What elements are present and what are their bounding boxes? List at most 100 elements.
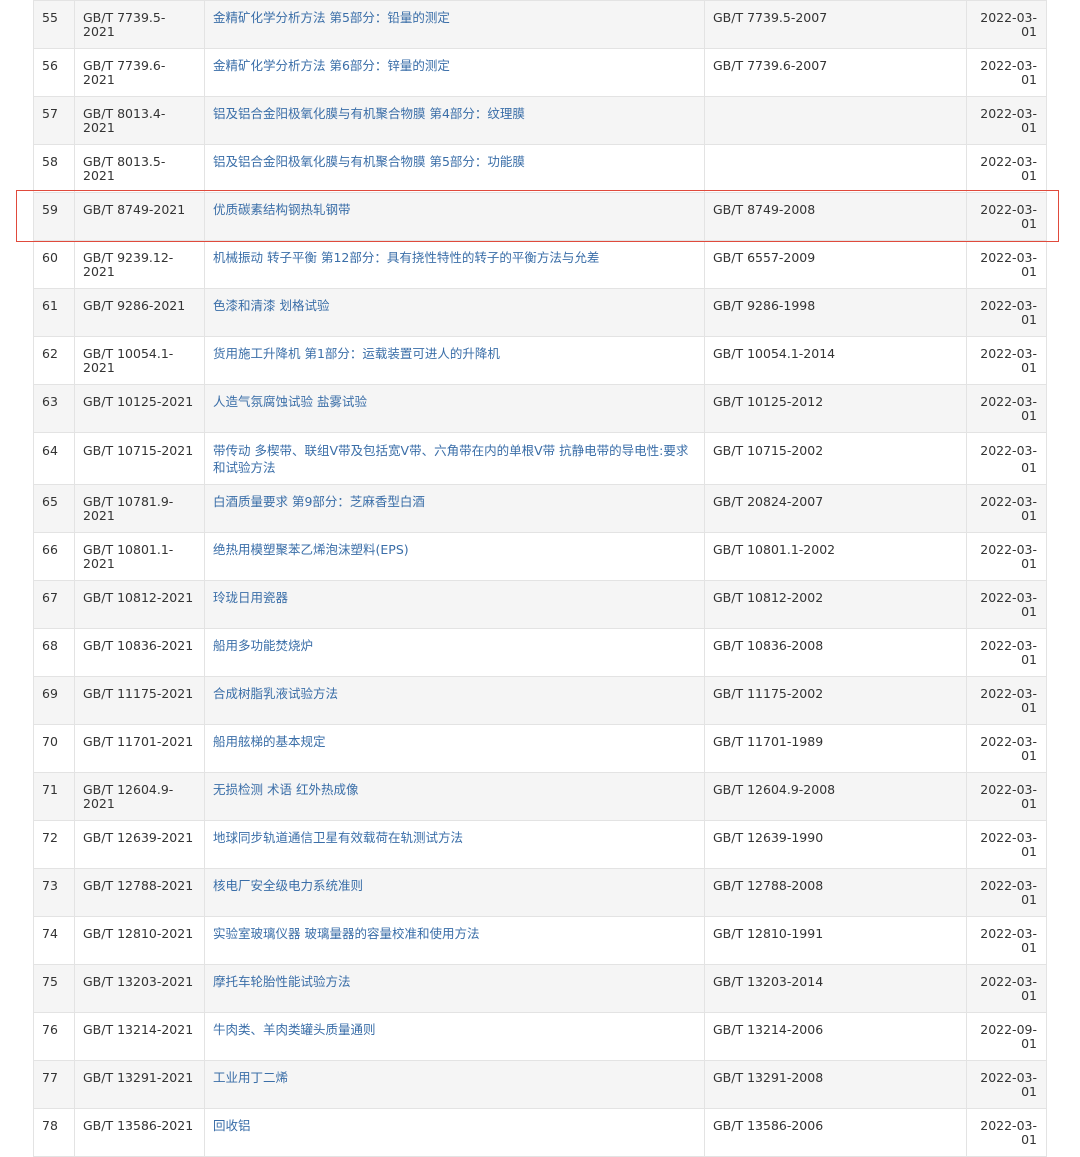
standard-code: GB/T 8013.5-2021 [74,144,205,193]
standard-name-link[interactable]: 牛肉类、羊肉类罐头质量通则 [204,1012,705,1061]
table-row: 69 GB/T 11175-2021 合成树脂乳液试验方法 GB/T 11175… [33,676,1047,725]
replaced-standard [704,96,967,145]
standards-table-body: 55 GB/T 7739.5-2021 金精矿化学分析方法 第5部分：铅量的测定… [33,0,1047,1157]
effective-date: 2022-03-01 [966,532,1047,581]
standard-name-link[interactable]: 人造气氛腐蚀试验 盐雾试验 [204,384,705,433]
effective-date: 2022-03-01 [966,240,1047,289]
row-number: 73 [33,868,75,917]
standard-code: GB/T 8749-2021 [74,192,205,241]
table-row: 64 GB/T 10715-2021 带传动 多楔带、联组V带及包括宽V带、六角… [33,432,1047,485]
replaced-standard: GB/T 13586-2006 [704,1108,967,1157]
table-row: 76 GB/T 13214-2021 牛肉类、羊肉类罐头质量通则 GB/T 13… [33,1012,1047,1061]
table-row: 72 GB/T 12639-2021 地球同步轨道通信卫星有效载荷在轨测试方法 … [33,820,1047,869]
row-number: 78 [33,1108,75,1157]
row-number: 76 [33,1012,75,1061]
standard-name-link[interactable]: 铝及铝合金阳极氧化膜与有机聚合物膜 第4部分：纹理膜 [204,96,705,145]
standard-name-link[interactable]: 合成树脂乳液试验方法 [204,676,705,725]
standard-name-link[interactable]: 回收铝 [204,1108,705,1157]
replaced-standard: GB/T 12810-1991 [704,916,967,965]
replaced-standard: GB/T 11701-1989 [704,724,967,773]
row-number: 57 [33,96,75,145]
standard-name-link[interactable]: 机械振动 转子平衡 第12部分：具有挠性特性的转子的平衡方法与允差 [204,240,705,289]
standard-code: GB/T 10715-2021 [74,432,205,485]
row-number: 60 [33,240,75,289]
replaced-standard [704,144,967,193]
standard-code: GB/T 13586-2021 [74,1108,205,1157]
standard-name-link[interactable]: 绝热用模塑聚苯乙烯泡沫塑料(EPS) [204,532,705,581]
replaced-standard: GB/T 13291-2008 [704,1060,967,1109]
row-number: 58 [33,144,75,193]
standards-table: 55 GB/T 7739.5-2021 金精矿化学分析方法 第5部分：铅量的测定… [33,0,1047,1157]
row-number: 59 [33,192,75,241]
standard-name-link[interactable]: 工业用丁二烯 [204,1060,705,1109]
standard-code: GB/T 10801.1-2021 [74,532,205,581]
row-number: 77 [33,1060,75,1109]
standard-code: GB/T 9239.12-2021 [74,240,205,289]
effective-date: 2022-03-01 [966,484,1047,533]
standard-code: GB/T 7739.5-2021 [74,0,205,49]
standard-name-link[interactable]: 摩托车轮胎性能试验方法 [204,964,705,1013]
standard-name-link[interactable]: 无损检测 术语 红外热成像 [204,772,705,821]
standard-name-link[interactable]: 色漆和清漆 划格试验 [204,288,705,337]
standard-name-link[interactable]: 带传动 多楔带、联组V带及包括宽V带、六角带在内的单根V带 抗静电带的导电性:要… [204,432,705,485]
replaced-standard: GB/T 9286-1998 [704,288,967,337]
row-number: 74 [33,916,75,965]
table-row: 55 GB/T 7739.5-2021 金精矿化学分析方法 第5部分：铅量的测定… [33,0,1047,49]
replaced-standard: GB/T 10836-2008 [704,628,967,677]
standard-code: GB/T 11701-2021 [74,724,205,773]
replaced-standard: GB/T 10054.1-2014 [704,336,967,385]
effective-date: 2022-03-01 [966,1060,1047,1109]
effective-date: 2022-03-01 [966,432,1047,485]
standard-name-link[interactable]: 白酒质量要求 第9部分：芝麻香型白酒 [204,484,705,533]
table-row: 77 GB/T 13291-2021 工业用丁二烯 GB/T 13291-200… [33,1060,1047,1109]
standard-code: GB/T 10812-2021 [74,580,205,629]
table-row: 65 GB/T 10781.9-2021 白酒质量要求 第9部分：芝麻香型白酒 … [33,484,1047,533]
replaced-standard: GB/T 12604.9-2008 [704,772,967,821]
standard-name-link[interactable]: 地球同步轨道通信卫星有效载荷在轨测试方法 [204,820,705,869]
replaced-standard: GB/T 13203-2014 [704,964,967,1013]
standard-name-link[interactable]: 实验室玻璃仪器 玻璃量器的容量校准和使用方法 [204,916,705,965]
table-row: 56 GB/T 7739.6-2021 金精矿化学分析方法 第6部分：锌量的测定… [33,48,1047,97]
replaced-standard: GB/T 12639-1990 [704,820,967,869]
table-row: 61 GB/T 9286-2021 色漆和清漆 划格试验 GB/T 9286-1… [33,288,1047,337]
standard-code: GB/T 11175-2021 [74,676,205,725]
standard-code: GB/T 13203-2021 [74,964,205,1013]
standard-code: GB/T 12810-2021 [74,916,205,965]
table-row: 71 GB/T 12604.9-2021 无损检测 术语 红外热成像 GB/T … [33,772,1047,821]
standard-code: GB/T 13291-2021 [74,1060,205,1109]
replaced-standard: GB/T 10125-2012 [704,384,967,433]
standard-code: GB/T 7739.6-2021 [74,48,205,97]
standard-name-link[interactable]: 铝及铝合金阳极氧化膜与有机聚合物膜 第5部分：功能膜 [204,144,705,193]
standard-name-link[interactable]: 船用多功能焚烧炉 [204,628,705,677]
replaced-standard: GB/T 10801.1-2002 [704,532,967,581]
row-number: 70 [33,724,75,773]
standard-name-link[interactable]: 金精矿化学分析方法 第6部分：锌量的测定 [204,48,705,97]
standard-code: GB/T 9286-2021 [74,288,205,337]
standard-code: GB/T 12604.9-2021 [74,772,205,821]
standard-name-link[interactable]: 核电厂安全级电力系统准则 [204,868,705,917]
standard-name-link[interactable]: 船用舷梯的基本规定 [204,724,705,773]
row-number: 62 [33,336,75,385]
standard-name-link[interactable]: 金精矿化学分析方法 第5部分：铅量的测定 [204,0,705,49]
standard-name-link[interactable]: 玲珑日用瓷器 [204,580,705,629]
effective-date: 2022-03-01 [966,48,1047,97]
effective-date: 2022-03-01 [966,580,1047,629]
standard-name-link[interactable]: 优质碳素结构钢热轧钢带 [204,192,705,241]
replaced-standard: GB/T 7739.5-2007 [704,0,967,49]
standard-code: GB/T 10054.1-2021 [74,336,205,385]
table-row: 63 GB/T 10125-2021 人造气氛腐蚀试验 盐雾试验 GB/T 10… [33,384,1047,433]
standard-code: GB/T 10836-2021 [74,628,205,677]
row-number: 56 [33,48,75,97]
standard-name-link[interactable]: 货用施工升降机 第1部分：运载装置可进人的升降机 [204,336,705,385]
effective-date: 2022-03-01 [966,288,1047,337]
row-number: 63 [33,384,75,433]
effective-date: 2022-03-01 [966,0,1047,49]
standards-table-container: 55 GB/T 7739.5-2021 金精矿化学分析方法 第5部分：铅量的测定… [33,0,1047,1157]
table-row: 70 GB/T 11701-2021 船用舷梯的基本规定 GB/T 11701-… [33,724,1047,773]
standard-code: GB/T 10125-2021 [74,384,205,433]
table-row: 57 GB/T 8013.4-2021 铝及铝合金阳极氧化膜与有机聚合物膜 第4… [33,96,1047,145]
replaced-standard: GB/T 11175-2002 [704,676,967,725]
row-number: 64 [33,432,75,485]
replaced-standard: GB/T 10812-2002 [704,580,967,629]
row-number: 66 [33,532,75,581]
